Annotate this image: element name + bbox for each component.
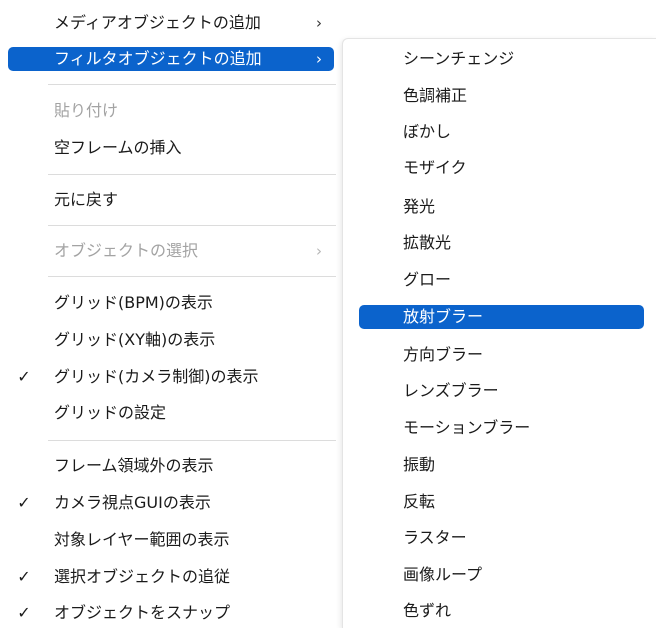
menu-item-paste[interactable]: 貼り付け — [8, 96, 334, 126]
chevron-right-icon: › — [316, 50, 322, 68]
menu-item-label: グリッドの設定 — [54, 403, 167, 422]
context-menu: メディアオブジェクトの追加 › フィルタオブジェクトの追加 › 貼り付け 空フレ… — [0, 0, 342, 627]
menu-item-label: オブジェクトをスナップ — [54, 603, 231, 622]
menu-item-add-media-object[interactable]: メディアオブジェクトの追加 › — [8, 8, 334, 38]
menu-item-show-grid-bpm[interactable]: グリッド(BPM)の表示 — [8, 288, 334, 318]
menu-item-label: 対象レイヤー範囲の表示 — [54, 530, 230, 549]
checkmark-icon: ✓ — [17, 493, 31, 512]
menu-item-label: グリッド(カメラ制御)の表示 — [54, 367, 259, 386]
menu-item-label: シーンチェンジ — [403, 49, 515, 68]
menu-item-label: グリッド(XY軸)の表示 — [54, 330, 216, 349]
menu-item-label: 拡散光 — [403, 233, 452, 252]
menu-item-label: 色ずれ — [403, 601, 452, 620]
submenu-item-color-shift[interactable]: 色ずれ — [359, 596, 644, 626]
checkmark-icon: ✓ — [17, 367, 31, 386]
menu-item-label: グロー — [403, 270, 452, 289]
submenu-item-motion-blur[interactable]: モーションブラー — [359, 413, 644, 443]
menu-item-label: フィルタオブジェクトの追加 — [54, 49, 262, 68]
submenu-item-mosaic[interactable]: モザイク — [359, 153, 644, 183]
menu-item-label: メディアオブジェクトの追加 — [54, 13, 261, 32]
submenu-item-color-correction[interactable]: 色調補正 — [359, 81, 644, 111]
menu-item-show-camera-gui[interactable]: ✓ カメラ視点GUIの表示 — [8, 488, 334, 518]
menu-separator — [48, 84, 336, 85]
menu-item-label: 選択オブジェクトの追従 — [54, 567, 231, 586]
filter-submenu: シーンチェンジ 色調補正 ぼかし モザイク 発光 拡散光 グロー 放射ブラー 方… — [342, 38, 656, 628]
menu-item-undo[interactable]: 元に戻す — [8, 185, 334, 215]
menu-separator — [48, 225, 336, 226]
menu-item-show-grid-xy[interactable]: グリッド(XY軸)の表示 — [8, 325, 334, 355]
menu-item-label: 放射ブラー — [403, 307, 484, 326]
submenu-item-invert[interactable]: 反転 — [359, 487, 644, 517]
submenu-item-glow-light[interactable]: 発光 — [359, 192, 644, 222]
menu-item-show-grid-camera[interactable]: ✓ グリッド(カメラ制御)の表示 — [8, 362, 334, 392]
menu-item-label: モーションブラー — [403, 418, 531, 437]
menu-item-select-object[interactable]: オブジェクトの選択 › — [8, 236, 334, 266]
submenu-item-glow[interactable]: グロー — [359, 265, 644, 295]
submenu-item-image-loop[interactable]: 画像ループ — [359, 560, 644, 590]
menu-item-label: 空フレームの挿入 — [54, 138, 182, 157]
checkmark-icon: ✓ — [17, 603, 31, 622]
menu-item-label: 反転 — [403, 492, 436, 511]
menu-separator — [48, 440, 336, 441]
menu-item-label: ぼかし — [403, 122, 452, 141]
menu-item-show-layer-range[interactable]: 対象レイヤー範囲の表示 — [8, 525, 334, 555]
menu-item-label: 振動 — [403, 455, 436, 474]
menu-item-label: 色調補正 — [403, 86, 468, 105]
menu-separator — [48, 174, 336, 175]
submenu-item-blur[interactable]: ぼかし — [359, 117, 644, 147]
menu-item-show-outside-frame[interactable]: フレーム領域外の表示 — [8, 451, 334, 481]
chevron-right-icon: › — [316, 14, 322, 32]
menu-item-label: 画像ループ — [403, 565, 483, 584]
submenu-item-directional-blur[interactable]: 方向ブラー — [359, 340, 644, 370]
submenu-item-scene-change[interactable]: シーンチェンジ — [359, 44, 644, 74]
menu-separator — [48, 276, 336, 277]
submenu-item-radial-blur[interactable]: 放射ブラー — [359, 305, 644, 329]
submenu-item-raster[interactable]: ラスター — [359, 523, 644, 553]
menu-item-insert-empty-frame[interactable]: 空フレームの挿入 — [8, 133, 334, 163]
menu-item-snap-object[interactable]: ✓ オブジェクトをスナップ — [8, 598, 334, 628]
menu-item-label: 貼り付け — [54, 101, 119, 120]
menu-item-label: モザイク — [403, 158, 467, 177]
menu-item-label: ラスター — [403, 528, 467, 547]
menu-item-label: 方向ブラー — [403, 345, 484, 364]
menu-item-label: 元に戻す — [54, 190, 119, 209]
chevron-right-icon: › — [316, 242, 322, 260]
submenu-item-lens-blur[interactable]: レンズブラー — [359, 376, 644, 406]
menu-item-grid-settings[interactable]: グリッドの設定 — [8, 398, 334, 428]
menu-item-label: カメラ視点GUIの表示 — [54, 493, 211, 512]
submenu-item-diffuse-light[interactable]: 拡散光 — [359, 228, 644, 258]
checkmark-icon: ✓ — [17, 567, 31, 586]
menu-item-label: オブジェクトの選択 — [54, 241, 199, 260]
menu-item-follow-selected[interactable]: ✓ 選択オブジェクトの追従 — [8, 562, 334, 592]
menu-item-label: 発光 — [403, 197, 436, 216]
menu-item-label: グリッド(BPM)の表示 — [54, 293, 213, 312]
menu-item-add-filter-object[interactable]: フィルタオブジェクトの追加 › — [8, 47, 334, 71]
menu-item-label: レンズブラー — [403, 381, 499, 400]
submenu-item-vibration[interactable]: 振動 — [359, 450, 644, 480]
menu-item-label: フレーム領域外の表示 — [54, 456, 214, 475]
